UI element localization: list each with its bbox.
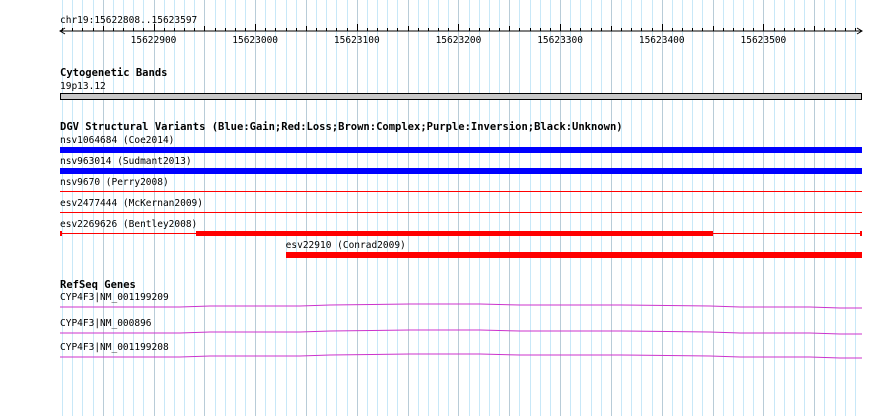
dgv-feature-label[interactable]: nsv9670 (Perry2008)	[60, 177, 169, 188]
ruler-tick-label: 15623400	[638, 35, 685, 46]
gene-intron-line	[60, 303, 862, 309]
gene-model[interactable]	[0, 352, 890, 362]
dgv-feature-bar[interactable]	[285, 252, 862, 258]
dgv-feature-line[interactable]	[60, 212, 862, 213]
dgv-feature-bar[interactable]	[60, 147, 862, 153]
gene-model[interactable]	[0, 328, 890, 338]
cytoband-ideogram[interactable]	[60, 93, 862, 100]
gene-intron-line	[60, 353, 862, 359]
dgv-feature-end-tick[interactable]	[860, 231, 862, 236]
dgv-feature-label[interactable]: esv2269626 (Bentley2008)	[60, 219, 197, 230]
dgv-feature-label[interactable]: esv2477444 (McKernan2009)	[60, 198, 203, 209]
ruler-tick-label: 15623000	[232, 35, 279, 46]
genome-browser-view: chr19:15622808..15623597 15622900 1562300…	[0, 0, 890, 416]
ruler-tick-label: 15623500	[740, 35, 787, 46]
gene-intron-line	[60, 329, 862, 335]
dgv-feature-line[interactable]	[60, 191, 862, 192]
dgv-track-title: DGV Structural Variants (Blue:Gain;Red:L…	[60, 121, 623, 133]
ruler-tick-label: 15623100	[333, 35, 380, 46]
ruler-tick-label: 15623200	[435, 35, 482, 46]
gene-model[interactable]	[0, 302, 890, 312]
dgv-feature-end-tick[interactable]	[60, 231, 62, 236]
ruler-tick-label: 15622900	[130, 35, 177, 46]
ruler-tick-label: 15623300	[537, 35, 583, 46]
dgv-feature-bar[interactable]	[60, 168, 862, 174]
refseq-track-title: RefSeq Genes	[60, 279, 136, 291]
dgv-feature-bar[interactable]	[196, 231, 713, 236]
dgv-feature-label[interactable]: nsv963014 (Sudmant2013)	[60, 156, 192, 167]
cytoband-track-title: Cytogenetic Bands	[60, 67, 168, 79]
dgv-feature-label[interactable]: esv22910 (Conrad2009)	[286, 240, 406, 251]
cytoband-label: 19p13.12	[60, 81, 106, 92]
dgv-feature-label[interactable]: nsv1064684 (Coe2014)	[60, 135, 174, 146]
